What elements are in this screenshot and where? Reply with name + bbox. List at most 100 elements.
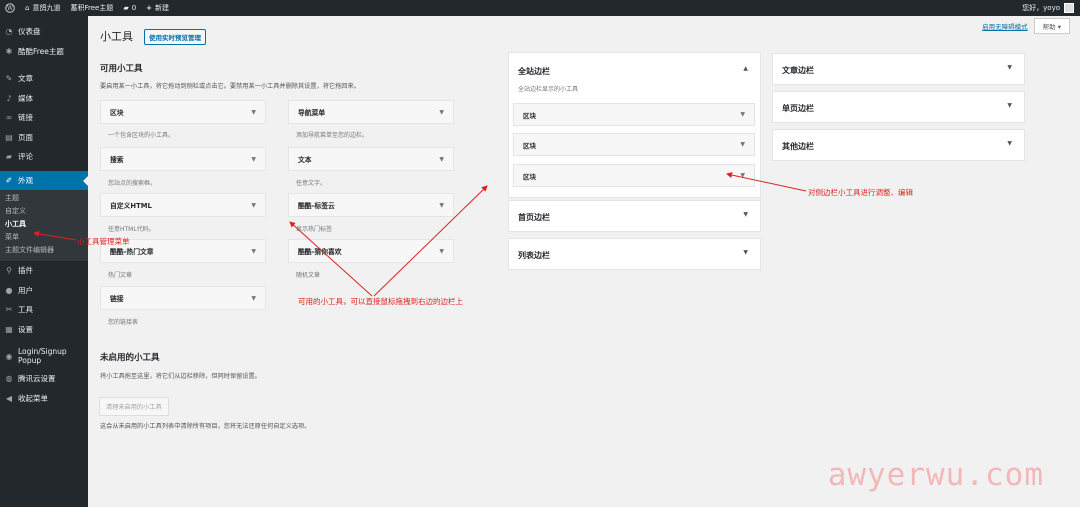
sidebar-list[interactable]: 列表边栏 ▼ [508,238,761,270]
accessibility-mode-link[interactable]: 启用无障碍模式 [982,21,1028,31]
pin-icon: ✎ [5,74,13,84]
submenu-item-themes[interactable]: 主题 [0,192,88,205]
sidebar-item-label: 工具 [18,305,33,315]
comments-count: 0 [131,4,137,12]
sidebar-title[interactable]: 全站边栏 [518,66,550,77]
caret-down-icon: ▼ [251,247,256,255]
submenu-item-widgets[interactable]: 小工具 [0,218,88,231]
sidebar-item-posts[interactable]: ✎ 文章 [0,69,88,89]
widget-title: 区块 [110,109,124,117]
widget-description: 任意文字。 [296,180,327,187]
user-icon: ● [5,285,13,295]
login-icon: ◉ [5,351,13,361]
sidebar-main: 全站边栏 ▲ 全站边栏显示的小工具 区块 ▼ 区块 ▼ 区块 ▼ [508,52,761,198]
site-name-link[interactable]: ⌂ 意鸽九道 [20,0,65,16]
caret-down-icon: ▼ [251,201,256,209]
sidebar-item-label: 腾讯云设置 [18,374,56,384]
sidebar-item-label: 用户 [18,285,33,295]
sidebar-item-pages[interactable]: ▤ 页面 [0,128,88,148]
gear-icon: ✱ [5,46,13,56]
comments-link[interactable]: ▰ 0 [118,0,141,16]
available-widgets-description: 要启用某一小工具，将它拖动到侧栏或点击它。要禁用某一小工具并删除其设置，将它拖回… [100,83,360,90]
widget-title: 酷酷-热门文章 [110,248,154,256]
sidebar-item-comments[interactable]: ▰ 评论 [0,147,88,167]
widget-nav-menu[interactable]: 导航菜单 ▼ [288,100,454,124]
sidebar-page[interactable]: 单页边栏 ▼ [772,91,1025,123]
widget-description: 随机文章 [296,272,321,279]
sidebar-item-theme-settings[interactable]: ✱ 酷酷Free主题 [0,42,88,62]
widget-block[interactable]: 区块 ▼ [100,100,266,124]
caret-down-icon: ▼ [439,155,444,163]
wrench-icon: ✂ [5,305,13,315]
caret-up-icon[interactable]: ▲ [743,65,748,72]
main-content: 启用无障碍模式 帮助 ▾ 小工具 使用实时预览管理 可用小工具 要启用某一小工具… [88,16,1080,507]
widget-custom-html[interactable]: 自定义HTML ▼ [100,193,266,217]
admin-sidebar: ◔ 仪表盘 ✱ 酷酷Free主题 ✎ 文章 ♪ 媒体 ∞ 链接 ▤ 页面 ▰ 评论 ✐ 外观 主… [0,16,88,507]
live-preview-button[interactable]: 使用实时预览管理 [144,29,206,45]
account-menu[interactable]: 您好，yoyo [1022,3,1080,13]
sidebar-item-users[interactable]: ● 用户 [0,281,88,301]
svg-text:W: W [7,5,14,12]
sidebar-article[interactable]: 文章边栏 ▼ [772,53,1025,85]
submenu-item-theme-editor[interactable]: 主题文件编辑器 [0,244,88,257]
caret-down-icon: ▼ [251,155,256,163]
inactive-widgets-note: 这会从未启用的小工具列表中清除所有项目，您将无法还原任何自定义选项。 [100,423,311,430]
sidebar-widget[interactable]: 区块 ▼ [513,103,755,126]
theme-link-label: 蓄积Free主题 [70,4,114,12]
available-widgets-heading: 可用小工具 [100,64,143,74]
widget-description: 显示热门标签 [296,226,333,233]
widget-title: 酷酷-标签云 [298,202,335,210]
widget-description: 您站点的搜索框。 [108,180,157,187]
sidebar-title: 其他边栏 [782,142,814,151]
sidebar-item-tools[interactable]: ✂ 工具 [0,300,88,320]
widget-text[interactable]: 文本 ▼ [288,147,454,171]
plus-icon: + [146,4,153,12]
new-label: 新建 [155,4,170,12]
sidebar-item-label: 仪表盘 [18,27,41,37]
sidebar-item-dashboard[interactable]: ◔ 仪表盘 [0,22,88,42]
sidebar-item-media[interactable]: ♪ 媒体 [0,89,88,109]
submenu-item-menus[interactable]: 菜单 [0,231,88,244]
widget-title: 区块 [523,172,536,181]
sidebar-title: 文章边栏 [782,66,814,75]
sidebar-item-login-popup[interactable]: ◉ Login/Signup Popup [0,343,88,369]
sidebar-widget[interactable]: 区块 ▼ [513,164,755,187]
sidebar-item-label: Login/Signup Popup [18,347,67,365]
greeting: 您好，yoyo [1022,4,1060,12]
annotation-drag: 可用的小工具，可以直接鼠标拖拽到右边的边栏上 [298,297,463,306]
new-content-link[interactable]: + 新建 [141,0,174,16]
widget-tag-cloud[interactable]: 酷酷-标签云 ▼ [288,193,454,217]
widget-title: 区块 [523,111,536,120]
widget-links[interactable]: 链接 ▼ [100,286,266,310]
sidebar-home[interactable]: 首页边栏 ▼ [508,200,761,232]
submenu-item-customize[interactable]: 自定义 [0,205,88,218]
annotation-menu: 小工具管理菜单 [77,237,130,246]
sidebar-item-label: 酷酷Free主题 [18,46,64,56]
widget-title: 自定义HTML [110,202,152,210]
widget-random-posts[interactable]: 酷酷-猜你喜欢 ▼ [288,239,454,263]
caret-down-icon: ▼ [439,201,444,209]
sidebar-item-collapse[interactable]: ◀ 收起菜单 [0,389,88,409]
appearance-submenu: 主题 自定义 小工具 菜单 主题文件编辑器 [0,190,88,261]
sidebar-other[interactable]: 其他边栏 ▼ [772,129,1025,161]
home-icon: ⌂ [25,4,30,12]
clear-inactive-button[interactable]: 清理未启用的小工具 [99,397,169,416]
comment-icon: ▰ [5,152,13,162]
sidebar-item-label: 链接 [18,113,33,123]
sidebar-widget[interactable]: 区块 ▼ [513,133,755,156]
sidebar-item-plugins[interactable]: ⚲ 插件 [0,261,88,281]
wordpress-icon[interactable]: W [0,0,20,16]
theme-link[interactable]: 蓄积Free主题 [65,0,118,16]
caret-down-icon: ▼ [251,108,256,116]
sidebar-item-settings[interactable]: ▦ 设置 [0,320,88,340]
widget-title: 导航菜单 [298,109,326,117]
sidebar-item-label: 媒体 [18,93,33,103]
site-name: 意鸽九道 [32,4,61,12]
sidebar-item-appearance[interactable]: ✐ 外观 [0,170,88,190]
help-button[interactable]: 帮助 ▾ [1033,18,1070,34]
avatar [1064,3,1074,13]
widget-search[interactable]: 搜索 ▼ [100,147,266,171]
sidebar-item-tencent-cloud[interactable]: ◍ 腾讯云设置 [0,369,88,389]
watermark: awyerwu.com [827,457,1044,493]
sidebar-item-links[interactable]: ∞ 链接 [0,108,88,128]
